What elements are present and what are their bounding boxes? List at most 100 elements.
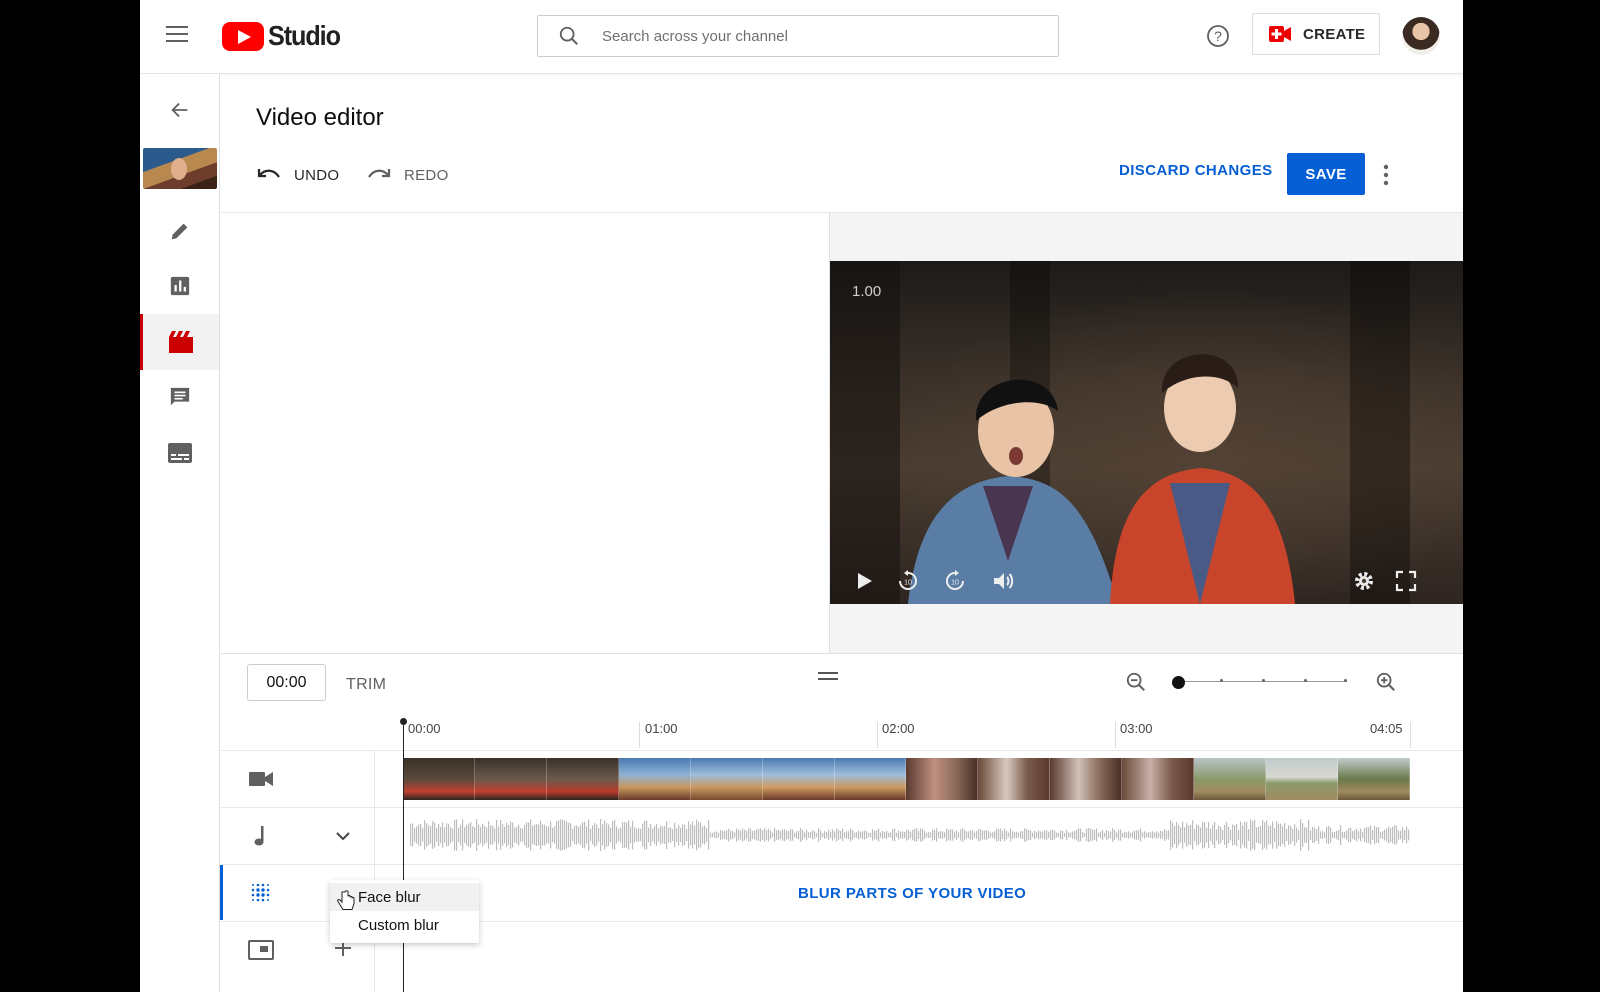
volume-icon[interactable] xyxy=(991,569,1015,593)
waveform-bar xyxy=(738,829,740,841)
settings-gear-icon[interactable] xyxy=(1352,569,1376,593)
trim-button[interactable]: TRIM xyxy=(346,676,386,694)
waveform-bar xyxy=(1222,829,1224,841)
waveform-bar xyxy=(1380,831,1382,839)
help-icon[interactable]: ? xyxy=(1206,24,1230,48)
nav-editor[interactable] xyxy=(140,314,219,370)
waveform-bar xyxy=(1122,832,1124,838)
waveform-bar xyxy=(1350,827,1352,843)
waveform-bar xyxy=(744,829,746,841)
search-input[interactable] xyxy=(602,27,1022,45)
menu-item-custom-blur[interactable]: Custom blur xyxy=(330,911,479,939)
chevron-down-icon[interactable] xyxy=(333,826,353,846)
waveform-bar xyxy=(1168,830,1170,840)
waveform-bar xyxy=(516,826,518,844)
more-options-icon[interactable] xyxy=(1378,160,1394,190)
waveform-bar xyxy=(1362,831,1364,839)
waveform-bar xyxy=(1046,830,1048,840)
waveform-bar xyxy=(1408,829,1410,841)
create-button[interactable]: CREATE xyxy=(1252,13,1380,55)
youtube-studio-logo[interactable]: Studio xyxy=(222,20,348,52)
zoom-slider-knob[interactable] xyxy=(1172,676,1185,689)
waveform-bar xyxy=(554,826,556,844)
waveform-bar xyxy=(894,828,896,842)
waveform-bar xyxy=(520,828,522,842)
redo-button[interactable]: REDO xyxy=(366,160,449,190)
waveform-bar xyxy=(1256,827,1258,843)
play-icon[interactable] xyxy=(852,569,876,593)
waveform-bar xyxy=(504,826,506,844)
waveform-bar xyxy=(1074,830,1076,840)
playback-speed-label: 1.00 xyxy=(852,283,882,300)
waveform-bar xyxy=(728,828,730,842)
undo-button[interactable]: UNDO xyxy=(256,160,339,190)
waveform-bar xyxy=(640,828,642,842)
audio-waveform[interactable] xyxy=(410,818,1410,852)
waveform-bar xyxy=(446,823,448,847)
waveform-bar xyxy=(960,829,962,841)
waveform-bar xyxy=(1190,824,1192,846)
ruler-tick xyxy=(639,722,640,748)
forward-10-icon[interactable]: 10 xyxy=(943,569,967,593)
nav-comments[interactable] xyxy=(140,369,219,425)
waveform-bar xyxy=(1080,828,1082,842)
video-thumbnail[interactable] xyxy=(143,148,217,189)
waveform-bar xyxy=(1382,831,1384,839)
waveform-bar xyxy=(864,830,866,840)
save-button[interactable]: SAVE xyxy=(1287,153,1365,195)
nav-details[interactable] xyxy=(140,203,219,259)
nav-analytics[interactable] xyxy=(140,258,219,314)
discard-changes-button[interactable]: DISCARD CHANGES xyxy=(1119,162,1273,179)
video-filmstrip[interactable] xyxy=(403,758,1410,800)
waveform-bar xyxy=(1258,826,1260,844)
waveform-bar xyxy=(826,832,828,838)
search-box[interactable] xyxy=(537,15,1059,57)
waveform-bar xyxy=(1056,832,1058,838)
zoom-out-icon[interactable] xyxy=(1125,671,1147,693)
blur-parts-button[interactable]: BLUR PARTS OF YOUR VIDEO xyxy=(798,885,1026,902)
waveform-bar xyxy=(928,831,930,839)
waveform-bar xyxy=(1112,828,1114,842)
waveform-bar xyxy=(1282,826,1284,844)
waveform-bar xyxy=(622,821,624,849)
blur-icon xyxy=(251,883,270,902)
waveform-bar xyxy=(1142,832,1144,838)
page-title: Video editor xyxy=(256,104,384,131)
nav-subtitles[interactable] xyxy=(140,425,219,481)
waveform-bar xyxy=(876,830,878,840)
waveform-bar xyxy=(774,828,776,842)
waveform-bar xyxy=(1364,828,1366,842)
zoom-slider-track[interactable] xyxy=(1179,679,1347,682)
rewind-10-icon[interactable]: 10 xyxy=(896,569,920,593)
waveform-bar xyxy=(848,830,850,840)
waveform-bar xyxy=(1268,825,1270,845)
fullscreen-icon[interactable] xyxy=(1394,569,1418,593)
waveform-bar xyxy=(966,831,968,839)
waveform-bar xyxy=(674,822,676,848)
waveform-bar xyxy=(1272,821,1274,849)
waveform-bar xyxy=(784,829,786,841)
waveform-bar xyxy=(1368,827,1370,843)
video-player[interactable]: 1.00 10 10 xyxy=(830,261,1463,604)
waveform-bar xyxy=(850,828,852,842)
waveform-bar xyxy=(820,830,822,840)
waveform-bar xyxy=(1086,828,1088,842)
waveform-bar xyxy=(992,832,994,838)
back-button[interactable] xyxy=(140,82,219,138)
zoom-in-icon[interactable] xyxy=(1375,671,1397,693)
waveform-bar xyxy=(1050,830,1052,840)
ruler-tick xyxy=(1410,722,1411,748)
waveform-bar xyxy=(918,831,920,839)
waveform-bar xyxy=(1076,829,1078,841)
waveform-bar xyxy=(452,828,454,842)
waveform-bar xyxy=(1280,823,1282,847)
waveform-bar xyxy=(526,822,528,848)
avatar[interactable] xyxy=(1402,17,1440,55)
playhead[interactable] xyxy=(400,718,407,992)
waveform-bar xyxy=(694,825,696,845)
current-time-field[interactable]: 00:00 xyxy=(247,664,326,701)
resize-handle-icon[interactable] xyxy=(818,672,838,682)
waveform-bar xyxy=(1176,821,1178,849)
hamburger-menu-icon[interactable] xyxy=(166,26,188,44)
waveform-bar xyxy=(718,832,720,838)
